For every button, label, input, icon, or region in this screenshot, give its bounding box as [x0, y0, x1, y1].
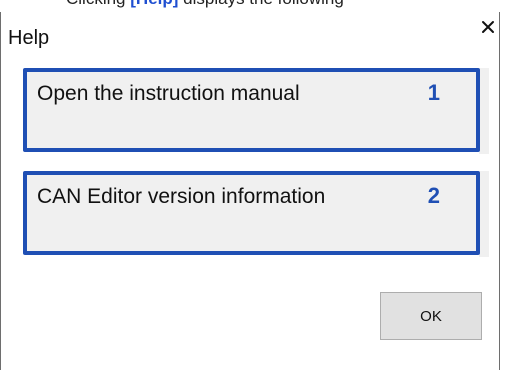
close-icon[interactable]	[479, 18, 497, 36]
dialog-title: Help	[8, 27, 50, 49]
option-number-2: 2	[427, 183, 440, 208]
help-dialog: Help Open the instruction manual 1 CAN E…	[0, 12, 500, 370]
option-2-shadow	[479, 171, 489, 257]
context-text: Clicking [Help] displays the following	[66, 0, 344, 9]
option-number-1: 1	[427, 80, 440, 105]
version-info-label: CAN Editor version information	[37, 185, 326, 208]
open-manual-button[interactable]: Open the instruction manual 1	[23, 68, 480, 152]
context-text-suffix: displays the following	[178, 0, 344, 8]
context-text-highlight: [Help]	[130, 0, 178, 8]
context-text-strip: Clicking [Help] displays the following	[0, 0, 505, 10]
close-icon-glyph	[482, 21, 494, 33]
version-info-button[interactable]: CAN Editor version information 2	[23, 171, 480, 255]
option-1-shadow	[479, 68, 489, 154]
context-text-prefix: Clicking	[66, 0, 130, 8]
ok-button[interactable]: OK	[380, 292, 482, 340]
open-manual-label: Open the instruction manual	[37, 82, 300, 105]
